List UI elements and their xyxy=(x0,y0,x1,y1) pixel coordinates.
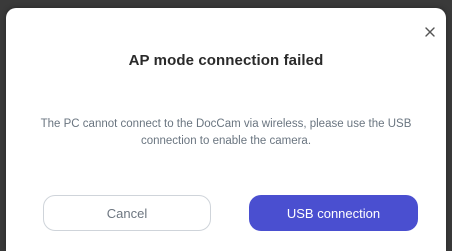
close-button[interactable] xyxy=(422,24,438,40)
close-icon xyxy=(425,27,435,37)
dialog-title: AP mode connection failed xyxy=(128,52,324,69)
dialog-message: The PC cannot connect to the DocCam via … xyxy=(40,118,412,147)
cancel-button[interactable]: Cancel xyxy=(43,195,211,231)
connection-failed-dialog: AP mode connection failed The PC cannot … xyxy=(6,8,446,251)
usb-connection-button[interactable]: USB connection xyxy=(249,195,418,231)
